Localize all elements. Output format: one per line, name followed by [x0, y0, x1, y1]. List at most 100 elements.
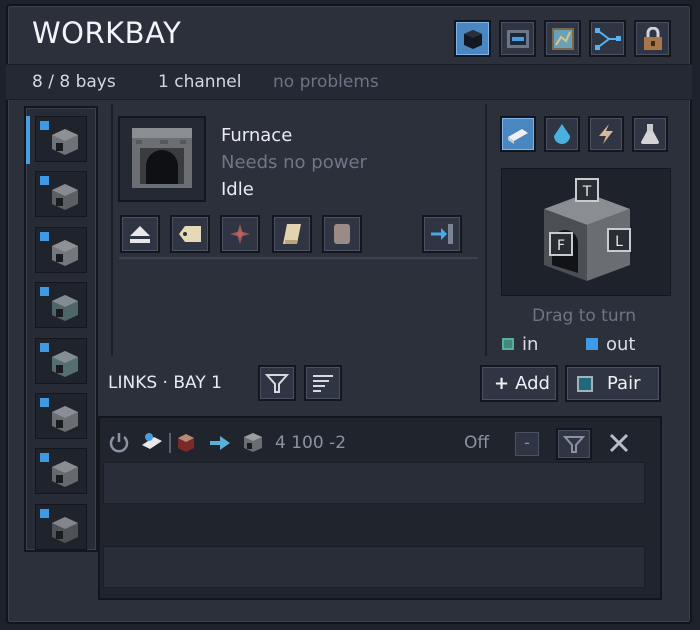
divider [111, 104, 113, 356]
bay-slot[interactable] [35, 116, 87, 162]
bay-marker [40, 398, 49, 407]
lock-view-button[interactable] [634, 20, 671, 57]
item-icon [142, 433, 162, 449]
bay-slot[interactable] [35, 282, 87, 329]
bay-slot[interactable] [35, 448, 87, 495]
pair-label: Pair [607, 373, 641, 394]
legend-in: in [522, 334, 539, 355]
drag-hint: Drag to turn [532, 306, 637, 326]
eject-icon [130, 226, 150, 243]
fluid-icon [554, 124, 570, 144]
divider [485, 104, 487, 356]
links-title: LINKS · BAY 1 [108, 373, 222, 393]
slot-icon [334, 224, 350, 244]
plus-icon: + [494, 373, 510, 394]
link-coords: 4 100 -2 [275, 433, 347, 453]
face-front-label: F [557, 238, 565, 254]
compass-button[interactable] [220, 215, 260, 253]
block-preview[interactable]: T F L [501, 168, 671, 296]
bay-slot[interactable] [35, 393, 87, 439]
out-swatch [586, 338, 598, 350]
filter-icon [563, 436, 585, 453]
bay-slot[interactable] [35, 503, 87, 550]
scroll-icon [283, 224, 301, 244]
block-view-button[interactable] [454, 20, 491, 57]
map-icon [551, 27, 574, 50]
separator [119, 257, 478, 259]
machine-state: Idle [221, 179, 254, 200]
block-icon [52, 516, 78, 543]
pair-button[interactable]: Pair [565, 365, 661, 402]
face-top-label: T [582, 184, 592, 200]
bay-slot[interactable] [35, 171, 87, 218]
add-link-button[interactable]: + Add [480, 365, 558, 402]
energy-tab[interactable] [588, 116, 624, 152]
fluid-tab[interactable] [544, 116, 580, 152]
eject-button[interactable] [120, 215, 160, 253]
furnace-3d-icon: T F L [544, 178, 631, 281]
bay-marker [40, 231, 49, 241]
problems-status: no problems [273, 72, 379, 92]
panel-icon [506, 29, 529, 48]
machine-name: Furnace [221, 125, 293, 146]
furnace-icon [244, 433, 262, 452]
lock-icon [643, 26, 662, 50]
block-icon [178, 434, 194, 452]
exit-icon [431, 224, 453, 244]
label-button[interactable] [170, 215, 210, 253]
sort-icon [313, 375, 333, 392]
machine-thumbnail [118, 116, 206, 202]
block-icon [52, 406, 78, 432]
gas-icon [641, 124, 659, 144]
bays-count: 8 / 8 bays [32, 72, 116, 92]
bay-selection-marker [26, 116, 30, 164]
item-icon [508, 129, 528, 144]
pair-icon [577, 375, 593, 392]
label-icon [179, 226, 201, 242]
compass-icon [230, 224, 250, 244]
filter-button[interactable] [258, 365, 296, 401]
link-filter-button[interactable] [556, 428, 592, 460]
item-tab[interactable] [500, 116, 536, 152]
block-icon [52, 184, 78, 211]
network-icon [594, 27, 621, 50]
bay-slot[interactable] [35, 337, 87, 384]
block-icon [52, 350, 78, 377]
block-icon [52, 295, 78, 322]
exit-button[interactable] [422, 215, 462, 253]
link-state[interactable]: Off [464, 433, 489, 453]
panel-view-button[interactable] [499, 20, 536, 57]
energy-icon [599, 124, 613, 144]
block-icon [52, 461, 78, 488]
link-row-empty [103, 462, 645, 504]
bay-slot[interactable] [35, 226, 87, 273]
gas-tab[interactable] [632, 116, 668, 152]
filter-icon [265, 374, 289, 393]
arrow-right-icon [210, 436, 230, 450]
sort-button[interactable] [304, 365, 342, 401]
channel-count: 1 channel [158, 72, 242, 92]
scroll-button[interactable] [272, 215, 312, 253]
close-icon[interactable] [608, 432, 630, 454]
bay-marker [40, 287, 49, 297]
bay-marker [40, 176, 49, 186]
link-minus-button[interactable]: - [515, 432, 539, 456]
face-left-label: L [615, 234, 623, 250]
slot-button[interactable] [322, 215, 362, 253]
map-view-button[interactable] [544, 20, 581, 57]
view-toolbar [454, 20, 671, 57]
furnace-icon [132, 128, 192, 188]
power-icon[interactable] [108, 431, 130, 453]
block-icon [52, 239, 78, 266]
network-view-button[interactable] [589, 20, 626, 57]
bay-marker [40, 342, 49, 352]
machine-power: Needs no power [221, 152, 367, 173]
bay-marker [40, 453, 49, 463]
bay-marker [40, 121, 49, 130]
block-icon [52, 129, 78, 155]
window-title: WORKBAY [32, 16, 182, 50]
separator [169, 433, 171, 453]
add-label: Add [515, 373, 550, 394]
link-row-empty [103, 546, 645, 588]
side-tabs [500, 116, 668, 152]
